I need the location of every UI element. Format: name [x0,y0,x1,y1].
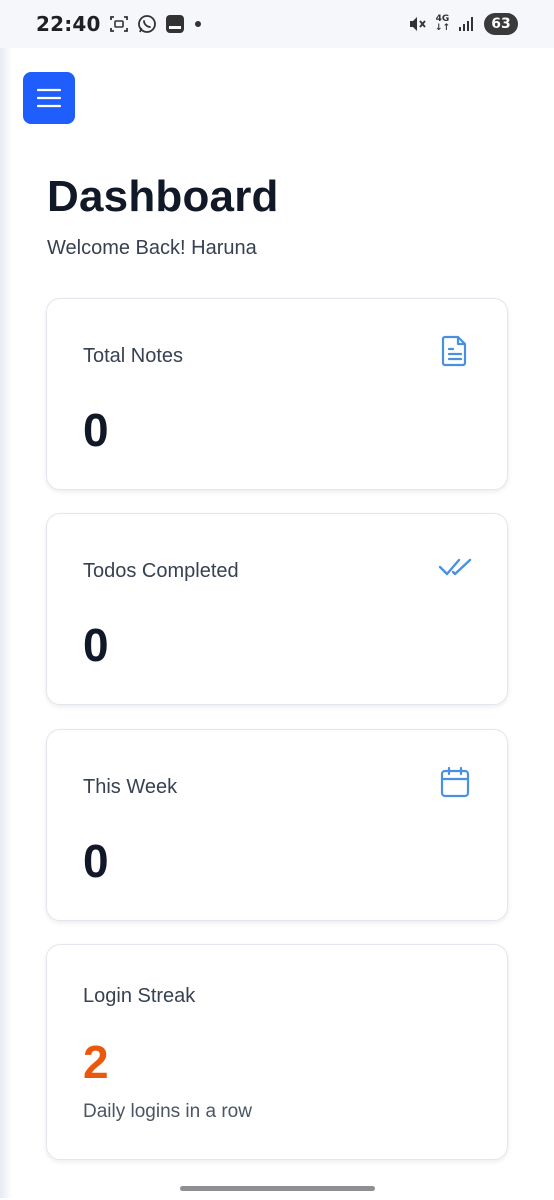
more-notifications-dot-icon [193,19,203,29]
status-time: 22:40 [36,12,101,36]
calendar-icon [440,766,470,798]
mute-icon [407,14,427,34]
battery-indicator: 63 [484,13,518,35]
stat-card-label: Todos Completed [83,560,239,582]
status-right: 4G ↓↑ 63 [407,13,518,35]
status-bar: 22:40 4G ↓↑ 63 [0,0,554,48]
stat-card-this-week[interactable]: This Week 0 [46,729,508,921]
stat-card-value: 0 [83,404,109,456]
streak-count: 2 [83,1036,109,1088]
stat-card-label: This Week [83,776,178,798]
network-type-icon: 4G ↓↑ [435,15,450,33]
double-check-icon [438,558,472,576]
streak-description: Daily logins in a row [83,1101,252,1122]
app-notification-icon [165,14,185,34]
stat-card-total-notes[interactable]: Total Notes 0 [46,298,508,490]
stat-card-todos-completed[interactable]: Todos Completed 0 [46,513,508,705]
screen: 22:40 4G ↓↑ 63 Dashboard Welcome Back! H… [0,0,554,1200]
stat-card-label: Total Notes [83,345,184,367]
menu-button[interactable] [23,72,75,124]
welcome-message: Welcome Back! Haruna [47,237,257,259]
document-icon [441,335,467,367]
data-activity-label: ↓↑ [434,23,450,33]
stat-card-value: 0 [83,835,109,887]
page-title: Dashboard [47,172,279,221]
stat-card-login-streak[interactable]: Login Streak 2 Daily logins in a row [46,944,508,1160]
stat-card-label: Login Streak [83,985,196,1007]
status-left: 22:40 [36,12,203,36]
hamburger-menu-icon [37,88,61,108]
screenshot-icon [109,14,129,34]
stat-card-value: 0 [83,619,109,671]
drawer-edge-shadow [0,48,12,1198]
home-indicator[interactable] [180,1186,375,1191]
signal-icon [458,16,476,32]
whatsapp-icon [137,14,157,34]
